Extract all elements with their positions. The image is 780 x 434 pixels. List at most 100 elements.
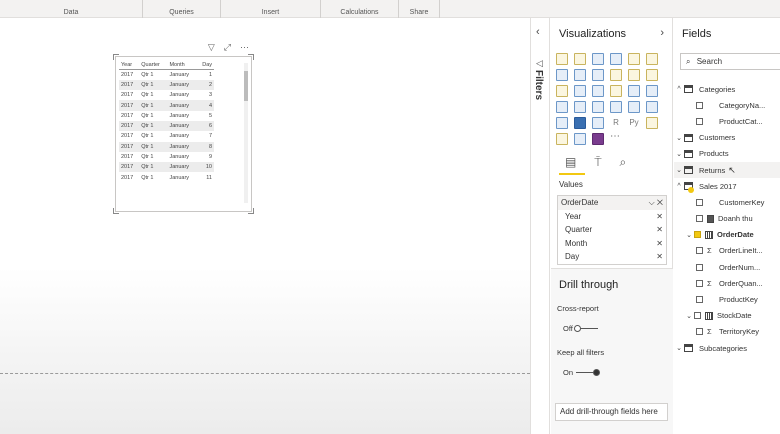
- gauge-icon[interactable]: [592, 101, 604, 113]
- r-visual-icon[interactable]: R: [610, 117, 622, 129]
- qa-visual-icon[interactable]: [574, 133, 586, 145]
- ribbon-chart-icon[interactable]: [646, 69, 658, 81]
- chevron-down-icon[interactable]: ⌵: [649, 198, 655, 207]
- focus-mode-icon[interactable]: ⤢: [224, 42, 231, 53]
- more-visuals-icon[interactable]: ⋯: [610, 132, 622, 145]
- resize-handle-br[interactable]: [248, 208, 254, 214]
- field-orderquantity[interactable]: Σ OrderQuan...: [674, 275, 780, 291]
- field-checkbox[interactable]: [696, 247, 703, 255]
- key-influencers-icon[interactable]: [646, 117, 658, 129]
- table-visual-icon[interactable]: [574, 117, 586, 129]
- col-header-year[interactable]: Year: [119, 61, 140, 70]
- field-orderlineitem[interactable]: Σ OrderLineIt...: [674, 243, 780, 259]
- stacked-area-icon[interactable]: [592, 69, 604, 81]
- field-checkbox[interactable]: [696, 296, 703, 304]
- filters-pane[interactable]: ‹ ◁ Filters: [530, 18, 550, 434]
- close-icon[interactable]: ✕: [656, 212, 663, 221]
- more-options-icon[interactable]: ⋯: [240, 42, 249, 53]
- fields-well-icon[interactable]: ▤: [565, 155, 576, 170]
- filters-label[interactable]: Filters: [533, 70, 544, 100]
- chevron-left-icon[interactable]: ‹: [536, 26, 540, 38]
- chevron-down-icon[interactable]: ⌄: [674, 344, 684, 352]
- table-categories[interactable]: ^ Categories: [674, 81, 780, 97]
- 100-bar-icon[interactable]: [628, 53, 640, 65]
- python-visual-icon[interactable]: Py: [628, 117, 640, 129]
- fields-search-input[interactable]: ⌕ Search: [680, 53, 780, 70]
- field-checkbox[interactable]: [694, 312, 701, 320]
- col-header-quarter[interactable]: Quarter: [139, 61, 168, 70]
- kpi-icon[interactable]: [646, 101, 658, 113]
- donut-chart-icon[interactable]: [628, 85, 640, 97]
- filled-map-icon[interactable]: [574, 101, 586, 113]
- field-checkbox[interactable]: [696, 263, 703, 271]
- filter-icon[interactable]: ▽: [208, 42, 215, 53]
- chevron-right-icon[interactable]: ›: [660, 27, 664, 39]
- field-checkbox[interactable]: [696, 328, 703, 336]
- field-checkbox[interactable]: [696, 215, 703, 223]
- 100-column-icon[interactable]: [646, 53, 658, 65]
- well-item-quarter[interactable]: Quarter ✕: [558, 223, 666, 237]
- col-header-day[interactable]: Day: [196, 61, 214, 70]
- table-subcategories[interactable]: ⌄ Subcategories: [674, 340, 780, 356]
- multi-row-card-icon[interactable]: [628, 101, 640, 113]
- field-checkbox[interactable]: [696, 279, 703, 287]
- field-checkbox[interactable]: [696, 198, 703, 206]
- close-icon[interactable]: ✕: [656, 252, 663, 261]
- well-item-day[interactable]: Day ✕: [558, 250, 666, 264]
- format-paint-roller-icon[interactable]: ⍑: [594, 155, 601, 170]
- table-sales-2017[interactable]: ^ Sales 2017: [674, 178, 780, 194]
- close-icon[interactable]: ✕: [656, 239, 663, 248]
- close-icon[interactable]: ✕: [656, 225, 663, 234]
- table-customers[interactable]: ⌄ Customers: [674, 130, 780, 146]
- table-returns[interactable]: ⌄ Returns ↖: [674, 161, 780, 179]
- line-stacked-column-icon[interactable]: [628, 69, 640, 81]
- cross-report-toggle[interactable]: Off: [563, 324, 598, 333]
- field-checkbox-checked[interactable]: [694, 231, 701, 239]
- matrix-visual-icon[interactable]: [592, 117, 604, 129]
- field-orderdate[interactable]: ⌄ OrderDate: [674, 227, 780, 243]
- analytics-magnifier-icon[interactable]: ⌕: [620, 155, 627, 170]
- funnel-icon[interactable]: [574, 85, 586, 97]
- scrollbar-thumb[interactable]: [244, 71, 248, 101]
- line-chart-icon[interactable]: [556, 69, 568, 81]
- table-products[interactable]: ⌄ Products: [674, 146, 780, 162]
- map-icon[interactable]: [556, 101, 568, 113]
- chevron-up-icon[interactable]: ^: [674, 183, 684, 190]
- field-stockdate[interactable]: ⌄ StockDate: [674, 308, 780, 324]
- matrix-scrollbar[interactable]: [244, 63, 248, 203]
- field-categoryname[interactable]: CategoryNa...: [674, 97, 780, 113]
- chevron-down-icon[interactable]: ⌄: [674, 166, 684, 174]
- resize-handle-tr[interactable]: [248, 54, 254, 60]
- slicer-icon[interactable]: [556, 117, 568, 129]
- close-icon[interactable]: ✕: [657, 198, 663, 207]
- chevron-down-icon[interactable]: ⌄: [684, 312, 694, 320]
- keep-filters-toggle[interactable]: On: [563, 368, 601, 377]
- field-territorykey[interactable]: Σ TerritoryKey: [674, 324, 780, 340]
- report-canvas[interactable]: ▽ ⤢ ⋯ Year Quarter Month Day 2017 Qtr 1 Ja…: [0, 18, 530, 434]
- field-ordernumber[interactable]: OrderNum...: [674, 259, 780, 275]
- clustered-column-icon[interactable]: [610, 53, 622, 65]
- stacked-bar-icon[interactable]: [556, 53, 568, 65]
- treemap-icon[interactable]: [646, 85, 658, 97]
- stacked-column-icon[interactable]: [574, 53, 586, 65]
- field-doanh-thu[interactable]: Doanh thu: [674, 211, 780, 227]
- scatter-icon[interactable]: [592, 85, 604, 97]
- pie-chart-icon[interactable]: [610, 85, 622, 97]
- field-checkbox[interactable]: [696, 117, 703, 125]
- values-well[interactable]: OrderDate ⌵ ✕ Year ✕ Quarter ✕ Month ✕ Day ✕: [557, 195, 667, 265]
- field-productkey[interactable]: ProductKey: [674, 291, 780, 307]
- chevron-down-icon[interactable]: ⌄: [674, 150, 684, 158]
- decomposition-tree-icon[interactable]: [556, 133, 568, 145]
- resize-handle-bl[interactable]: [113, 208, 119, 214]
- field-productcategory[interactable]: ProductCat...: [674, 113, 780, 129]
- line-column-icon[interactable]: [610, 69, 622, 81]
- field-customerkey[interactable]: CustomerKey: [674, 194, 780, 210]
- field-checkbox[interactable]: [696, 101, 703, 109]
- custom-visual-icon[interactable]: [592, 133, 604, 145]
- chevron-down-icon[interactable]: ⌄: [674, 134, 684, 142]
- card-icon[interactable]: [610, 101, 622, 113]
- well-item-year[interactable]: Year ✕: [558, 210, 666, 224]
- chevron-down-icon[interactable]: ⌄: [684, 231, 694, 239]
- well-field-orderdate[interactable]: OrderDate ⌵ ✕: [558, 196, 666, 210]
- resize-handle-tl[interactable]: [113, 54, 119, 60]
